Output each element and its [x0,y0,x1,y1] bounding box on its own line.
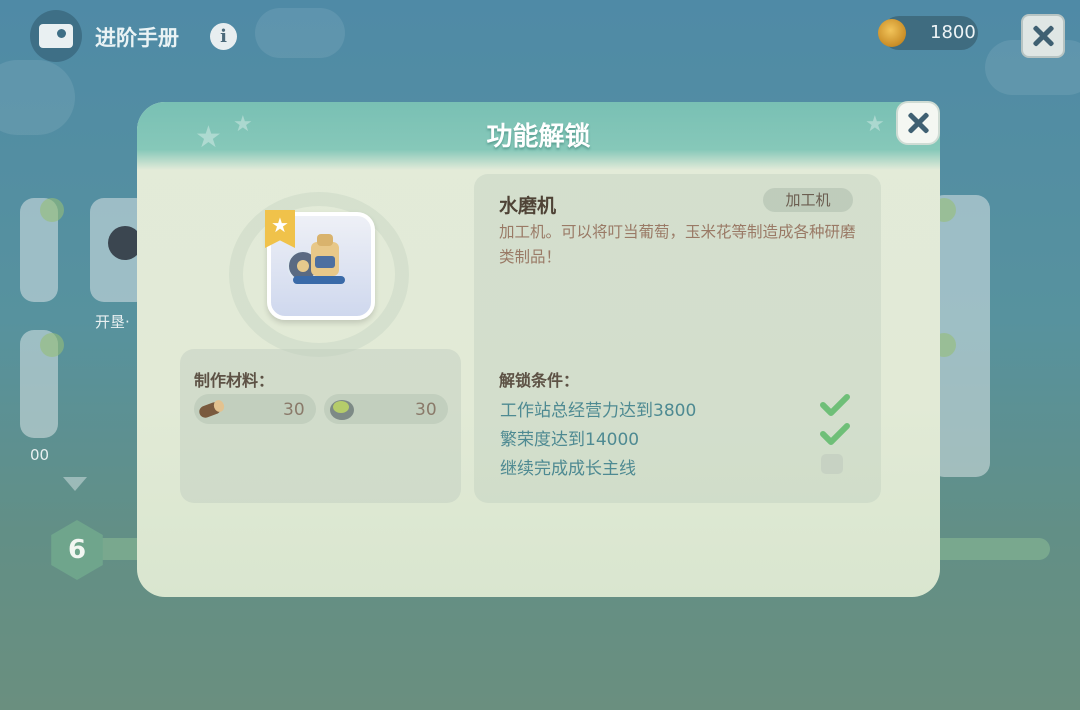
conditions-label: 解锁条件： [499,371,580,390]
unlock-dialog: ★ ★ ★ 功能解锁 ★ 制作材料： 30 30 水磨机 加工机 加工机。可以将… [137,102,940,597]
level-badge: 6 [51,520,103,580]
check-icon [40,333,64,357]
condition-text: 工作站总经营力达到3800 [500,401,697,421]
material-count: 30 [283,400,305,420]
dialog-title: 功能解锁 [486,122,591,152]
close-icon [907,112,929,134]
bg-card-value: 00 [30,446,50,464]
material-count: 30 [415,400,437,420]
dialog-close-button[interactable] [896,101,940,145]
coin-icon [878,19,906,47]
condition-text: 继续完成成长主线 [500,459,636,479]
item-description: 加工机。可以将叮当葡萄，玉米花等制造成各种研磨类制品！ [499,223,856,266]
handbook-icon-button[interactable] [30,10,82,62]
item-category-badge: 加工机 [763,188,853,212]
unchecked-box-icon [821,454,843,474]
stone-icon [330,400,354,420]
close-button[interactable] [1021,14,1065,58]
cloud-decoration [255,8,345,58]
page-title: 进阶手册 [95,26,179,50]
close-icon [1032,25,1054,47]
condition-text: 繁荣度达到14000 [500,430,640,450]
cloud-decoration [0,60,75,135]
pointer-arrow [63,477,87,491]
level-number: 6 [67,535,87,565]
check-icon [820,423,850,445]
item-name: 水磨机 [499,195,557,217]
check-icon [40,198,64,222]
handbook-icon [39,24,73,48]
bg-card-label: 开垦· [95,313,130,331]
materials-label: 制作材料： [194,371,275,390]
check-icon [820,394,850,416]
water-mill-icon [287,234,345,284]
coin-amount: 1800 [930,22,976,43]
log-icon [199,400,225,418]
info-icon[interactable]: i [210,23,237,50]
